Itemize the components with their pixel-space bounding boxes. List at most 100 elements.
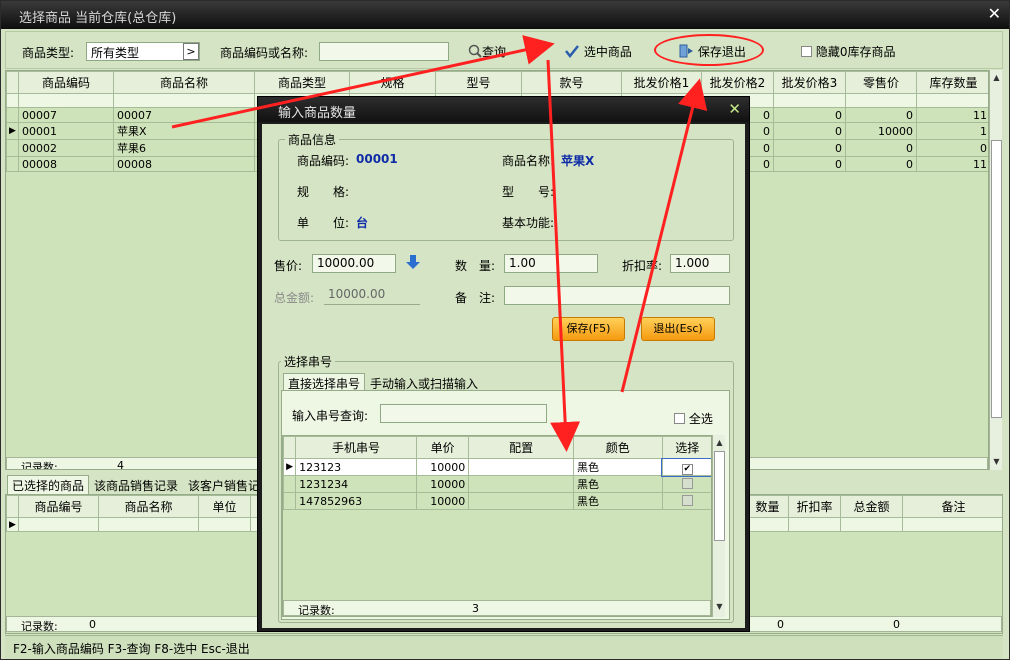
cell-code: 00007 — [18, 107, 114, 123]
scroll-up-icon[interactable]: ▲ — [991, 72, 1002, 84]
checkbox-icon — [674, 413, 685, 424]
column-header[interactable]: 单价 — [415, 436, 470, 459]
exit-button[interactable]: 退出(Esc) — [641, 317, 715, 341]
unit-value: 台 — [356, 216, 369, 230]
table-row[interactable]: 1231234 10000 黑色 — [283, 475, 711, 493]
dialog-body: 商品信息 商品编码: 00001 商品名称: 苹果X 规 格: 型 号: 单 位… — [262, 124, 745, 628]
quantity-label: 数 量: — [455, 259, 496, 273]
cell-retail: 0 — [845, 107, 917, 123]
scroll-down-icon[interactable]: ▼ — [991, 456, 1002, 468]
row-select-checkbox[interactable] — [661, 475, 711, 493]
scroll-thumb[interactable] — [714, 451, 725, 541]
column-header[interactable]: 折扣率 — [788, 495, 841, 518]
cell-stock: 1 — [916, 122, 988, 140]
select-product-button[interactable]: 选中商品 — [564, 43, 632, 60]
serial-query-label: 输入串号查询: — [292, 409, 369, 423]
cell-color: 黑色 — [573, 492, 663, 510]
type-select-value: 所有类型 — [91, 46, 140, 60]
tab-customer-sales[interactable]: 该客户销售记 — [183, 475, 265, 496]
cell-color: 黑色 — [573, 475, 663, 493]
column-header[interactable]: 手机串号 — [295, 436, 417, 459]
tab-product-sales[interactable]: 该商品销售记录 — [89, 475, 183, 496]
column-header[interactable]: 商品编码 — [18, 71, 114, 94]
column-header[interactable]: 配置 — [468, 436, 574, 459]
product-grid-scrollbar[interactable]: ▲ ▼ — [989, 70, 1002, 470]
scroll-up-icon[interactable]: ▲ — [714, 437, 725, 449]
code-label: 商品编码或名称: — [220, 46, 309, 60]
arrow-down-icon[interactable] — [406, 254, 420, 270]
column-header[interactable]: 批发价格3 — [773, 71, 846, 94]
row-select-checkbox[interactable] — [661, 492, 711, 510]
column-header[interactable]: 单位 — [198, 495, 251, 518]
cell-wholesale3: 0 — [773, 107, 846, 123]
column-header[interactable]: 款号 — [521, 71, 622, 94]
query-button[interactable]: 查询 — [468, 43, 506, 60]
hide-zero-stock-checkbox[interactable]: 隐藏0库存商品 — [801, 43, 895, 60]
column-header[interactable]: 选择 — [661, 436, 711, 459]
column-header[interactable]: 型号 — [435, 71, 522, 94]
column-header[interactable]: 数量 — [746, 495, 789, 518]
column-header[interactable]: 规格 — [349, 71, 436, 94]
scroll-thumb[interactable] — [991, 140, 1002, 418]
model-label: 型 号: — [502, 185, 555, 199]
checkmark-icon — [565, 45, 579, 59]
column-header[interactable]: 商品名称 — [113, 71, 255, 94]
tab-selected-products[interactable]: 已选择的商品 — [7, 475, 90, 496]
column-header[interactable]: 颜色 — [573, 436, 663, 459]
cell-color: 黑色 — [573, 458, 663, 476]
save-exit-button[interactable]: 保存退出 — [678, 43, 746, 60]
save-button[interactable]: 保存(F5) — [552, 317, 625, 341]
product-info-caption: 商品信息 — [285, 131, 340, 148]
dialog-close-icon[interactable]: ✕ — [728, 100, 741, 118]
column-header[interactable]: 零售价 — [845, 71, 917, 94]
cell-wholesale3: 0 — [773, 139, 846, 157]
record-count-label: 记录数: — [298, 604, 335, 617]
table-row[interactable]: ▶ 123123 10000 黑色 ✔ — [283, 457, 711, 477]
total-amount: 10000.00 — [324, 286, 420, 305]
lower-tabs: 已选择的商品 该商品销售记录 该客户销售记 — [7, 475, 265, 496]
column-header[interactable]: 备注 — [902, 495, 1002, 518]
window-close-icon[interactable]: ✕ — [988, 4, 1001, 23]
cell-name: 苹果X — [113, 122, 255, 140]
chevron-right-icon[interactable]: > — [183, 43, 199, 60]
table-row[interactable]: 147852963 10000 黑色 — [283, 492, 711, 510]
discount-input[interactable]: 1.000 — [670, 254, 730, 273]
code-input[interactable] — [319, 42, 449, 61]
current-row-icon: ▶ — [6, 517, 19, 532]
column-header[interactable]: 批发价格2 — [701, 71, 774, 94]
cell-wholesale3: 0 — [773, 122, 846, 140]
cell-retail: 0 — [845, 139, 917, 157]
select-all-checkbox[interactable]: 全选 — [674, 410, 713, 427]
cell-stock: 11 — [916, 107, 988, 123]
row-indicator-header — [6, 71, 19, 94]
remark-input[interactable] — [504, 286, 730, 305]
cell-serial: 147852963 — [295, 492, 417, 510]
cell-config — [468, 492, 574, 510]
row-select-checkbox[interactable]: ✔ — [661, 457, 711, 477]
record-count-value: 3 — [472, 602, 479, 615]
column-header[interactable]: 库存数量 — [916, 71, 988, 94]
checkmark-icon: ✔ — [681, 463, 693, 475]
record-count-label: 记录数: — [21, 620, 58, 633]
column-header[interactable]: 总金额 — [840, 495, 903, 518]
toolbar: 商品类型: 所有类型 > 商品编码或名称: 查询 选中商品 保存退出 隐藏0库存… — [5, 31, 1003, 69]
cell-name: 00008 — [113, 156, 255, 172]
scroll-down-icon[interactable]: ▼ — [714, 601, 725, 613]
code-label: 商品编码: — [297, 154, 350, 168]
cell-name: 00007 — [113, 107, 255, 123]
window-title: 选择商品 当前仓库(总仓库) — [19, 11, 177, 26]
column-header[interactable]: 商品类型 — [254, 71, 350, 94]
column-header[interactable]: 批发价格1 — [621, 71, 702, 94]
quantity-input[interactable]: 1.00 — [504, 254, 598, 273]
name-value: 苹果X — [561, 154, 595, 168]
serial-tab-panel: 输入串号查询: 全选 手机串号 单价 配置 颜色 选择 ▶ 123123 100… — [281, 390, 730, 620]
column-header[interactable]: 商品名称 — [98, 495, 199, 518]
serial-grid-scrollbar[interactable]: ▲ ▼ — [712, 435, 725, 617]
serial-query-input[interactable] — [380, 404, 547, 423]
price-input[interactable]: 10000.00 — [312, 254, 396, 273]
cell-code: 00002 — [18, 139, 114, 157]
cell-stock: 11 — [916, 156, 988, 172]
column-header[interactable]: 商品编号 — [18, 495, 99, 518]
checkbox-icon — [801, 46, 812, 57]
product-grid-header: 商品编码 商品名称 商品类型 规格 型号 款号 批发价格1 批发价格2 批发价格… — [6, 71, 988, 94]
